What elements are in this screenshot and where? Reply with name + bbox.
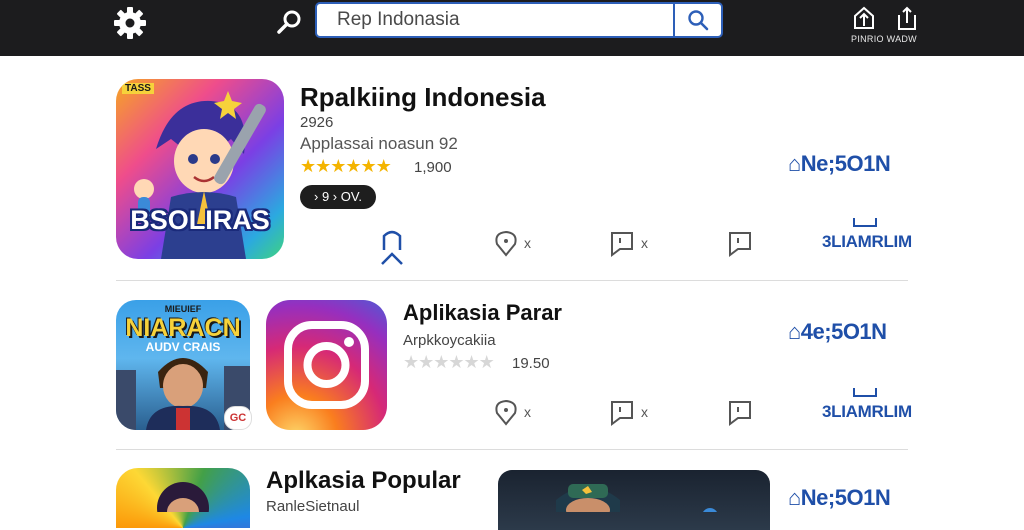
search-icon bbox=[688, 10, 709, 31]
rating-count: 19.50 bbox=[512, 355, 550, 372]
app-category: Applassai noasun 92 bbox=[300, 134, 458, 153]
rating-stars: ★★★★★★ bbox=[403, 352, 495, 372]
app-subtitle: 2926 bbox=[300, 114, 334, 131]
close-icon[interactable]: x bbox=[524, 235, 531, 251]
comment-flag-icon[interactable] bbox=[608, 398, 636, 426]
search-input[interactable] bbox=[317, 4, 677, 36]
comment-flag-icon[interactable] bbox=[726, 398, 754, 426]
app-subtitle: Arpkkoycakiia bbox=[403, 332, 496, 349]
app-icon-anime[interactable]: TASS BSOLIRAS bbox=[116, 79, 284, 259]
person-illustration bbox=[157, 482, 209, 528]
home-upload-icon[interactable] bbox=[852, 5, 876, 31]
magnifier-icon[interactable] bbox=[276, 8, 304, 36]
location-pin-icon[interactable] bbox=[492, 398, 520, 426]
app-title[interactable]: Aplkasia Popular bbox=[266, 467, 461, 495]
row-divider bbox=[116, 280, 908, 281]
download-label[interactable]: 3LIAMRLIM bbox=[822, 402, 912, 422]
app-thumbnail-person[interactable] bbox=[498, 470, 770, 530]
top-right-label: PINRIO WADW bbox=[851, 34, 917, 44]
search-button[interactable] bbox=[673, 4, 721, 36]
bookmark-active-icon[interactable] bbox=[378, 228, 406, 268]
share-icon[interactable] bbox=[895, 5, 919, 31]
rating-stars: ★★★★★★ bbox=[300, 156, 392, 176]
top-bar: PINRIO WADW bbox=[0, 0, 1024, 56]
bracket-icon bbox=[853, 388, 877, 397]
close-icon[interactable]: x bbox=[641, 235, 648, 251]
notification-badge: GC bbox=[224, 406, 252, 430]
search-box bbox=[315, 2, 723, 38]
install-size-label[interactable]: ⌂4e;5O1N bbox=[788, 319, 887, 345]
app-icon-title: NIARACN bbox=[125, 314, 241, 342]
rating-count: 1,900 bbox=[414, 159, 452, 176]
version-pill[interactable]: › 9 › OV. bbox=[300, 185, 376, 209]
app-title[interactable]: Rpalkiing Indonesia bbox=[300, 82, 546, 113]
app-icon-instagram[interactable] bbox=[266, 300, 387, 430]
app-icon-title: BSOLIRAS bbox=[130, 205, 270, 235]
install-size-label[interactable]: ⌂Ne;5O1N bbox=[788, 151, 891, 177]
app-icon-top-text: TASS bbox=[122, 83, 154, 94]
bracket-icon bbox=[853, 218, 877, 227]
gear-icon[interactable] bbox=[112, 5, 148, 41]
location-pin-icon[interactable] bbox=[492, 229, 520, 257]
camera-icon bbox=[284, 321, 369, 409]
download-label[interactable]: 3LIAMRLIM bbox=[822, 232, 912, 252]
app-subtitle: RanleSietnaul bbox=[266, 498, 360, 515]
comment-flag-icon[interactable] bbox=[608, 229, 636, 257]
app-icon-subtitle: AUDV CRAIS bbox=[145, 340, 221, 354]
comment-flag-icon[interactable] bbox=[726, 229, 754, 257]
row-divider bbox=[116, 449, 908, 450]
close-icon[interactable]: x bbox=[524, 404, 531, 420]
close-icon[interactable]: x bbox=[641, 404, 648, 420]
person-with-cap-illustration bbox=[556, 484, 718, 524]
app-icon-top-text: MIEUIEF bbox=[164, 304, 202, 314]
app-title[interactable]: Aplikasia Parar bbox=[403, 300, 562, 326]
install-size-label[interactable]: ⌂Ne;5O1N bbox=[788, 485, 891, 511]
app-icon-rainbow[interactable] bbox=[116, 468, 250, 528]
